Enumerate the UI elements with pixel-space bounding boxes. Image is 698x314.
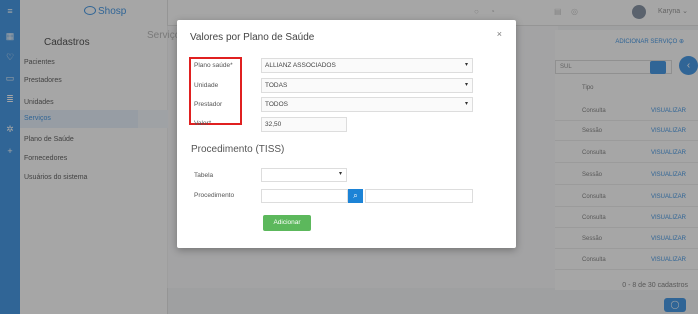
procedimento-description-input[interactable]: [365, 189, 473, 203]
procedimento-section-title: Procedimento (TISS): [191, 144, 285, 155]
search-icon[interactable]: ⌕: [348, 189, 363, 203]
modal-backdrop-left: [0, 0, 138, 314]
unidade-select[interactable]: TODAS ▾: [261, 78, 473, 93]
procedimento-label: Procedimento: [194, 192, 235, 199]
tabela-label: Tabela: [194, 172, 214, 179]
tabela-select[interactable]: ▾: [261, 168, 347, 182]
add-button[interactable]: Adicionar: [263, 215, 311, 231]
plano-saude-label: Plano saúde*: [194, 62, 233, 69]
plano-saude-select[interactable]: ALLIANZ ASSOCIADOS ▾: [261, 58, 473, 73]
plano-saude-modal: Valores por Plano de Saúde × Plano saúde…: [177, 20, 516, 248]
valor-input[interactable]: 32,50: [261, 117, 347, 132]
prestador-select[interactable]: TODOS ▾: [261, 97, 473, 112]
caret-down-icon: ▾: [464, 82, 468, 88]
close-icon[interactable]: ×: [497, 29, 502, 39]
caret-down-icon: ▾: [338, 171, 342, 177]
caret-down-icon: ▾: [464, 101, 468, 107]
unidade-label: Unidade: [194, 82, 219, 89]
prestador-label: Prestador: [194, 101, 223, 108]
valor-label: Valor*: [194, 120, 212, 127]
procedimento-code-input[interactable]: [261, 189, 348, 203]
modal-title: Valores por Plano de Saúde: [190, 32, 315, 43]
caret-down-icon: ▾: [464, 62, 468, 68]
